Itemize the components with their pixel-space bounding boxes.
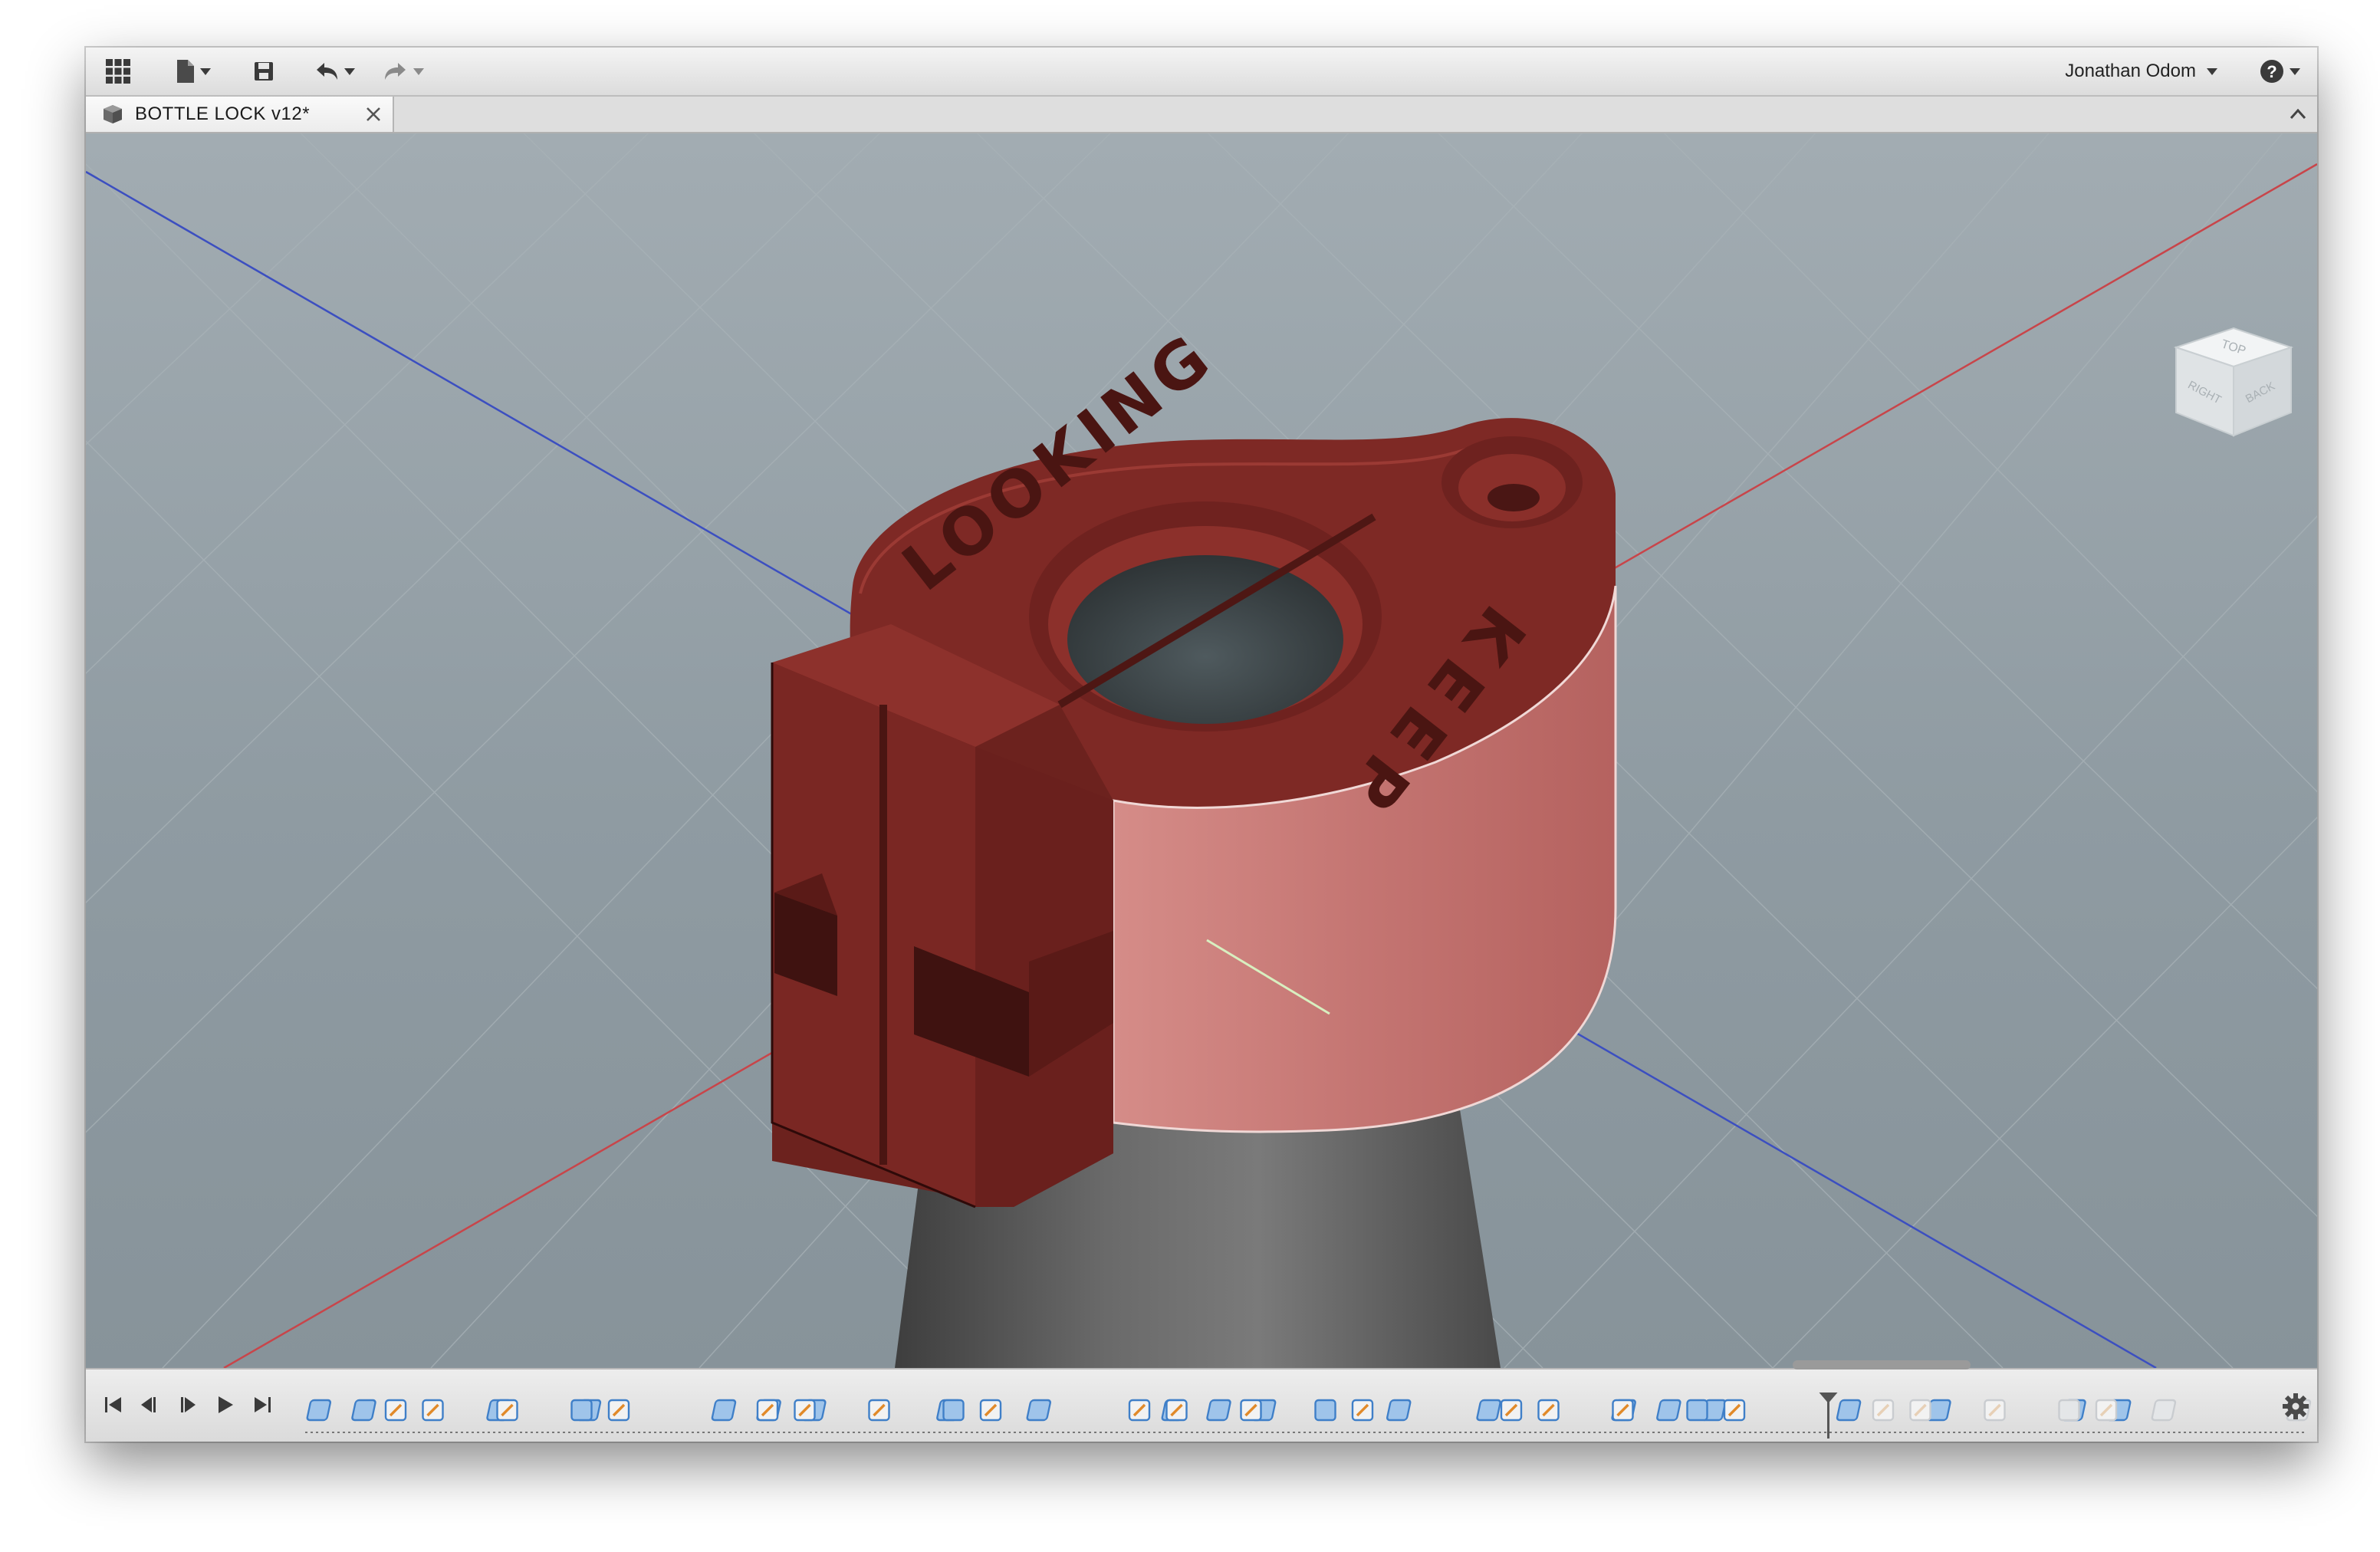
chevron-down-icon — [413, 67, 424, 75]
timeline-feature-icon[interactable] — [2095, 1399, 2118, 1422]
file-icon — [177, 60, 194, 83]
timeline-feature-icon[interactable] — [868, 1399, 890, 1422]
gear-icon[interactable] — [2280, 1391, 2311, 1422]
app-grid-icon[interactable] — [103, 57, 133, 86]
redo-icon — [385, 63, 406, 80]
timeline-feature-icon[interactable] — [1686, 1399, 1708, 1422]
timeline-feature-icon[interactable] — [756, 1399, 779, 1422]
timeline-feature-icon[interactable] — [1386, 1399, 1412, 1422]
timeline-feature-icon[interactable] — [979, 1399, 1002, 1422]
chevron-down-icon — [200, 67, 211, 75]
fusion-window: Jonathan Odom ? BOTTLE LOCK v12* LOOKING… — [86, 48, 2317, 1442]
timeline-feature-icon[interactable] — [1723, 1399, 1746, 1422]
chevron-down-icon — [344, 67, 355, 75]
timeline-feature-icon[interactable] — [1165, 1399, 1188, 1422]
play-icon[interactable] — [212, 1391, 239, 1419]
first-icon[interactable] — [100, 1391, 127, 1419]
document-tab-strip: BOTTLE LOCK v12* — [86, 97, 2317, 133]
timeline-feature-icon[interactable] — [711, 1399, 737, 1422]
timeline-scrollbar[interactable] — [1793, 1360, 1971, 1370]
top-toolbar: Jonathan Odom ? — [86, 48, 2317, 97]
chevron-down-icon — [2207, 67, 2217, 75]
tab-title: BOTTLE LOCK v12* — [135, 104, 311, 124]
close-icon[interactable] — [362, 103, 385, 126]
user-menu[interactable]: Jonathan Odom — [2065, 48, 2217, 95]
previous-icon[interactable] — [136, 1391, 164, 1419]
timeline-feature-icon[interactable] — [384, 1399, 407, 1422]
tab-bottle-lock[interactable]: BOTTLE LOCK v12* — [86, 97, 394, 132]
last-icon[interactable] — [248, 1391, 276, 1419]
timeline-feature-icon[interactable] — [1351, 1399, 1374, 1422]
model-scene: LOOKING KEEP — [86, 133, 2317, 1368]
help-icon: ? — [2260, 60, 2283, 83]
timeline-marker[interactable] — [1819, 1393, 1838, 1439]
file-menu-button[interactable] — [169, 57, 218, 86]
timeline-feature-icon[interactable] — [422, 1399, 444, 1422]
component-icon — [104, 105, 122, 123]
timeline-feature-icon[interactable] — [570, 1399, 593, 1422]
svg-text:?: ? — [2267, 62, 2276, 81]
timeline-feature-icon[interactable] — [1909, 1399, 1931, 1422]
timeline-bar — [86, 1360, 2317, 1442]
chevron-down-icon — [2290, 67, 2300, 75]
timeline-feature-icon[interactable] — [1656, 1399, 1681, 1422]
play-step-icon[interactable] — [173, 1391, 201, 1419]
timeline-feature-icon[interactable] — [794, 1399, 816, 1422]
timeline-feature-icon[interactable] — [1836, 1399, 1862, 1422]
timeline-feature-icon[interactable] — [1206, 1399, 1231, 1422]
timeline-feature-icon[interactable] — [496, 1399, 518, 1422]
timeline-feature-icon[interactable] — [942, 1399, 965, 1422]
timeline-feature-icon[interactable] — [2058, 1399, 2080, 1422]
timeline-feature-icon[interactable] — [1026, 1399, 1051, 1422]
undo-button[interactable] — [308, 57, 360, 86]
undo-icon — [317, 63, 337, 80]
timeline-feature-icon[interactable] — [1240, 1399, 1262, 1422]
collapse-icon[interactable] — [2285, 101, 2311, 127]
timeline-features[interactable] — [305, 1393, 2314, 1439]
help-button[interactable]: ? — [2253, 57, 2306, 86]
timeline-feature-icon[interactable] — [1984, 1399, 2006, 1422]
save-button[interactable] — [248, 57, 279, 86]
bottle-lock-body — [771, 418, 1617, 1208]
save-icon — [255, 62, 273, 81]
timeline-feature-icon[interactable] — [1537, 1399, 1560, 1422]
neck-hole — [1067, 555, 1343, 724]
timeline-feature-icon[interactable] — [1500, 1399, 1523, 1422]
timeline-feature-icon[interactable] — [607, 1399, 630, 1422]
timeline-feature-icon[interactable] — [1314, 1399, 1336, 1422]
user-name: Jonathan Odom — [2065, 61, 2196, 81]
timeline-feature-icon[interactable] — [1476, 1399, 1501, 1422]
canvas-viewport[interactable]: LOOKING KEEP TOP RIGHT BACK — [86, 133, 2317, 1368]
redo-button[interactable] — [377, 57, 429, 86]
timeline-feature-icon[interactable] — [1128, 1399, 1151, 1422]
viewcube[interactable]: TOP RIGHT BACK — [2168, 321, 2299, 443]
timeline-feature-icon[interactable] — [2151, 1399, 2177, 1422]
timeline-feature-icon[interactable] — [1612, 1399, 1634, 1422]
timeline-feature-icon[interactable] — [351, 1399, 376, 1422]
timeline-feature-icon[interactable] — [306, 1399, 332, 1422]
timeline-feature-icon[interactable] — [1872, 1399, 1895, 1422]
